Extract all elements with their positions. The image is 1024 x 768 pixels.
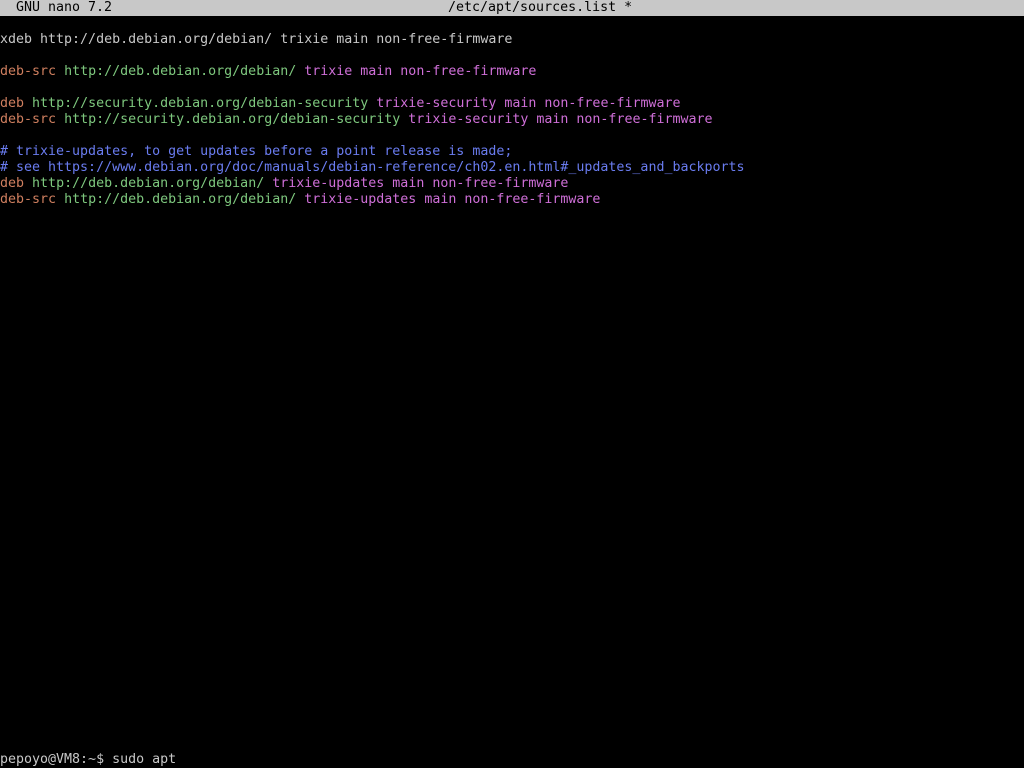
token-suite: trixie main non-free-firmware xyxy=(296,64,537,79)
token-comment: # trixie-updates, to get updates before … xyxy=(0,144,513,159)
editor-version-label: GNU nano 7.2 xyxy=(16,0,113,15)
token-url: http://deb.debian.org/debian/ xyxy=(32,176,265,191)
token-suite: trixie-updates main non-free-firmware xyxy=(264,176,569,191)
shell-prompt-line[interactable]: pepoyo@VM8:~$ sudo apt xyxy=(0,752,176,768)
editor-line[interactable] xyxy=(0,48,1024,64)
editor-text-area[interactable]: xdeb http://deb.debian.org/debian/ trixi… xyxy=(0,32,1024,208)
editor-line[interactable]: # see https://www.debian.org/doc/manuals… xyxy=(0,160,1024,176)
token-type: deb-src xyxy=(0,192,57,207)
token-suite: trixie-updates main non-free-firmware xyxy=(296,192,601,207)
editor-line[interactable]: deb-src http://deb.debian.org/debian/ tr… xyxy=(0,192,1024,208)
token-type: deb-src xyxy=(0,64,57,79)
editor-line[interactable]: # trixie-updates, to get updates before … xyxy=(0,144,1024,160)
token-suite: trixie-security main non-free-firmware xyxy=(400,112,713,127)
editor-line[interactable]: deb http://deb.debian.org/debian/ trixie… xyxy=(0,176,1024,192)
token-type: deb xyxy=(0,96,25,111)
editor-line[interactable]: xdeb http://deb.debian.org/debian/ trixi… xyxy=(0,32,1024,48)
nano-title-bar: GNU nano 7.2 /etc/apt/sources.list * xyxy=(0,0,1024,16)
token-url: http://security.debian.org/debian-securi… xyxy=(64,112,401,127)
token-type: deb xyxy=(0,176,25,191)
token-plain: xdeb http://deb.debian.org/debian/ trixi… xyxy=(0,32,513,47)
editor-line[interactable] xyxy=(0,128,1024,144)
editor-line[interactable] xyxy=(0,80,1024,96)
token-url: http://deb.debian.org/debian/ xyxy=(64,64,297,79)
token-type: deb-src xyxy=(0,112,57,127)
token-suite: trixie-security main non-free-firmware xyxy=(368,96,681,111)
editor-line[interactable]: deb http://security.debian.org/debian-se… xyxy=(0,96,1024,112)
token-url: http://deb.debian.org/debian/ xyxy=(64,192,297,207)
token-url: http://security.debian.org/debian-securi… xyxy=(32,96,369,111)
file-name-label: /etc/apt/sources.list * xyxy=(448,0,633,15)
editor-line[interactable]: deb-src http://deb.debian.org/debian/ tr… xyxy=(0,64,1024,80)
editor-line[interactable]: deb-src http://security.debian.org/debia… xyxy=(0,112,1024,128)
token-comment: # see https://www.debian.org/doc/manuals… xyxy=(0,160,745,175)
